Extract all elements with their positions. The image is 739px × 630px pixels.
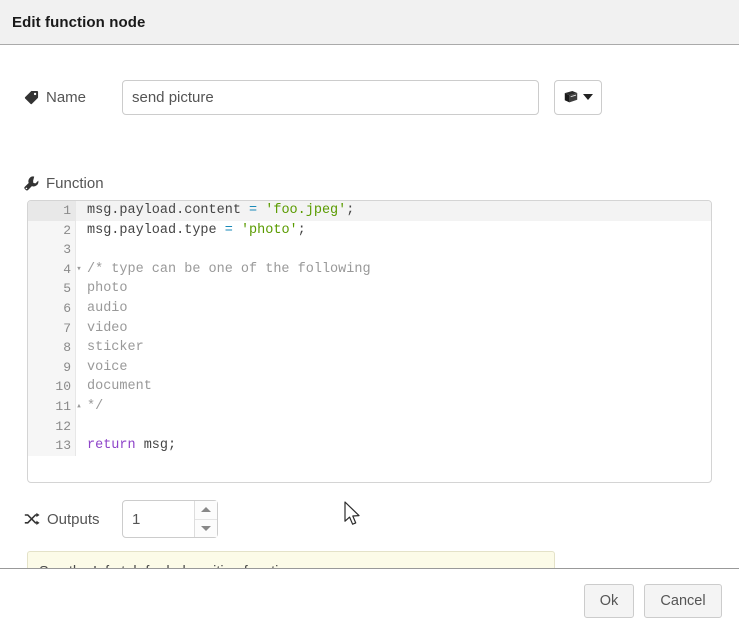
- wrench-icon: [24, 176, 39, 191]
- code-lines-container: 1msg.payload.content = 'foo.jpeg';2msg.p…: [28, 201, 711, 456]
- dialog-title: Edit function node: [12, 14, 145, 31]
- triangle-down-icon: [201, 526, 211, 531]
- name-form-row: Name: [0, 77, 739, 117]
- ok-button[interactable]: Ok: [584, 584, 634, 618]
- code-line-text: video: [76, 319, 128, 339]
- outputs-label: Outputs: [47, 511, 100, 528]
- code-line[interactable]: 8 sticker: [28, 338, 711, 358]
- code-line[interactable]: 5 photo: [28, 279, 711, 299]
- code-line[interactable]: 7 video: [28, 319, 711, 339]
- line-number: 2: [28, 221, 75, 241]
- code-line-text: sticker: [76, 338, 144, 358]
- cancel-button[interactable]: Cancel: [644, 584, 722, 618]
- code-token: ;: [298, 223, 306, 238]
- code-token: 'foo.jpeg': [265, 203, 346, 218]
- code-line-text: msg.payload.content = 'foo.jpeg';: [76, 201, 354, 221]
- outputs-label-group: Outputs: [0, 511, 122, 528]
- code-token: ;: [346, 203, 354, 218]
- code-token: */: [87, 399, 103, 414]
- code-token: =: [225, 223, 233, 238]
- outputs-decrement-button[interactable]: [195, 520, 217, 538]
- code-token: video: [87, 321, 128, 336]
- code-token: document: [87, 379, 152, 394]
- code-line[interactable]: 4▾ /* type can be one of the following: [28, 260, 711, 280]
- code-token: audio: [87, 301, 128, 316]
- code-fold-icon[interactable]: ▾: [74, 260, 84, 280]
- code-line[interactable]: 11▴ */: [28, 397, 711, 417]
- code-line[interactable]: 12: [28, 417, 711, 437]
- code-line-text: [76, 240, 87, 260]
- code-line-text: audio: [76, 299, 128, 319]
- name-input[interactable]: [122, 80, 539, 115]
- code-line-text: return msg;: [76, 436, 176, 456]
- function-code-editor[interactable]: 1msg.payload.content = 'foo.jpeg';2msg.p…: [27, 200, 712, 483]
- line-number: 5: [28, 279, 75, 299]
- code-line-text: msg.payload.type = 'photo';: [76, 221, 306, 241]
- line-number: 13: [28, 436, 75, 456]
- line-number: 1: [28, 201, 75, 221]
- line-number: 7: [28, 319, 75, 339]
- function-label: Function: [46, 175, 104, 192]
- code-line[interactable]: 10 document: [28, 377, 711, 397]
- outputs-stepper[interactable]: [122, 500, 218, 538]
- outputs-increment-button[interactable]: [195, 501, 217, 520]
- code-token: [233, 223, 241, 238]
- line-number: 9: [28, 358, 75, 378]
- code-token: /* type can be one of the following: [87, 262, 371, 277]
- code-token: photo: [87, 281, 128, 296]
- code-line-text: /* type can be one of the following: [76, 260, 371, 280]
- dialog-footer: Ok Cancel: [0, 568, 739, 630]
- code-token: msg.payload.type: [87, 223, 225, 238]
- outputs-stepper-buttons: [194, 501, 217, 537]
- code-line[interactable]: 6 audio: [28, 299, 711, 319]
- line-number: 3: [28, 240, 75, 260]
- dialog-header: Edit function node: [0, 0, 739, 45]
- library-menu-button[interactable]: [554, 80, 602, 115]
- code-line[interactable]: 3: [28, 240, 711, 260]
- book-icon: [563, 90, 579, 104]
- line-number: 11▴: [28, 397, 75, 417]
- code-line-text: [76, 417, 87, 437]
- edit-function-node-dialog: Edit function node Name: [0, 0, 739, 630]
- code-line[interactable]: 13return msg;: [28, 436, 711, 456]
- code-token: 'photo': [241, 223, 298, 238]
- function-label-group: Function: [0, 175, 122, 192]
- triangle-up-icon: [201, 507, 211, 512]
- line-number: 12: [28, 417, 75, 437]
- chevron-down-icon: [583, 94, 593, 100]
- outputs-input[interactable]: [123, 510, 194, 529]
- line-number: 8: [28, 338, 75, 358]
- code-token: msg;: [136, 438, 177, 453]
- outputs-form-row: Outputs: [0, 500, 739, 538]
- code-line[interactable]: 1msg.payload.content = 'foo.jpeg';: [28, 201, 711, 221]
- code-line-text: photo: [76, 279, 128, 299]
- code-token: sticker: [87, 340, 144, 355]
- code-fold-icon[interactable]: ▴: [74, 397, 84, 417]
- tag-icon: [24, 90, 39, 105]
- random-icon: [24, 512, 40, 526]
- name-label-group: Name: [0, 89, 122, 106]
- line-number: 4▾: [28, 260, 75, 280]
- code-token: return: [87, 438, 136, 453]
- dialog-body: Name: [0, 45, 739, 568]
- line-number: 6: [28, 299, 75, 319]
- code-line-text: voice: [76, 358, 128, 378]
- code-line[interactable]: 9 voice: [28, 358, 711, 378]
- name-label: Name: [46, 89, 86, 106]
- code-token: =: [249, 203, 257, 218]
- code-token: voice: [87, 360, 128, 375]
- line-number: 10: [28, 377, 75, 397]
- code-line[interactable]: 2msg.payload.type = 'photo';: [28, 221, 711, 241]
- footer-button-group: Ok Cancel: [584, 584, 722, 618]
- code-line-text: document: [76, 377, 152, 397]
- code-token: msg.payload.content: [87, 203, 249, 218]
